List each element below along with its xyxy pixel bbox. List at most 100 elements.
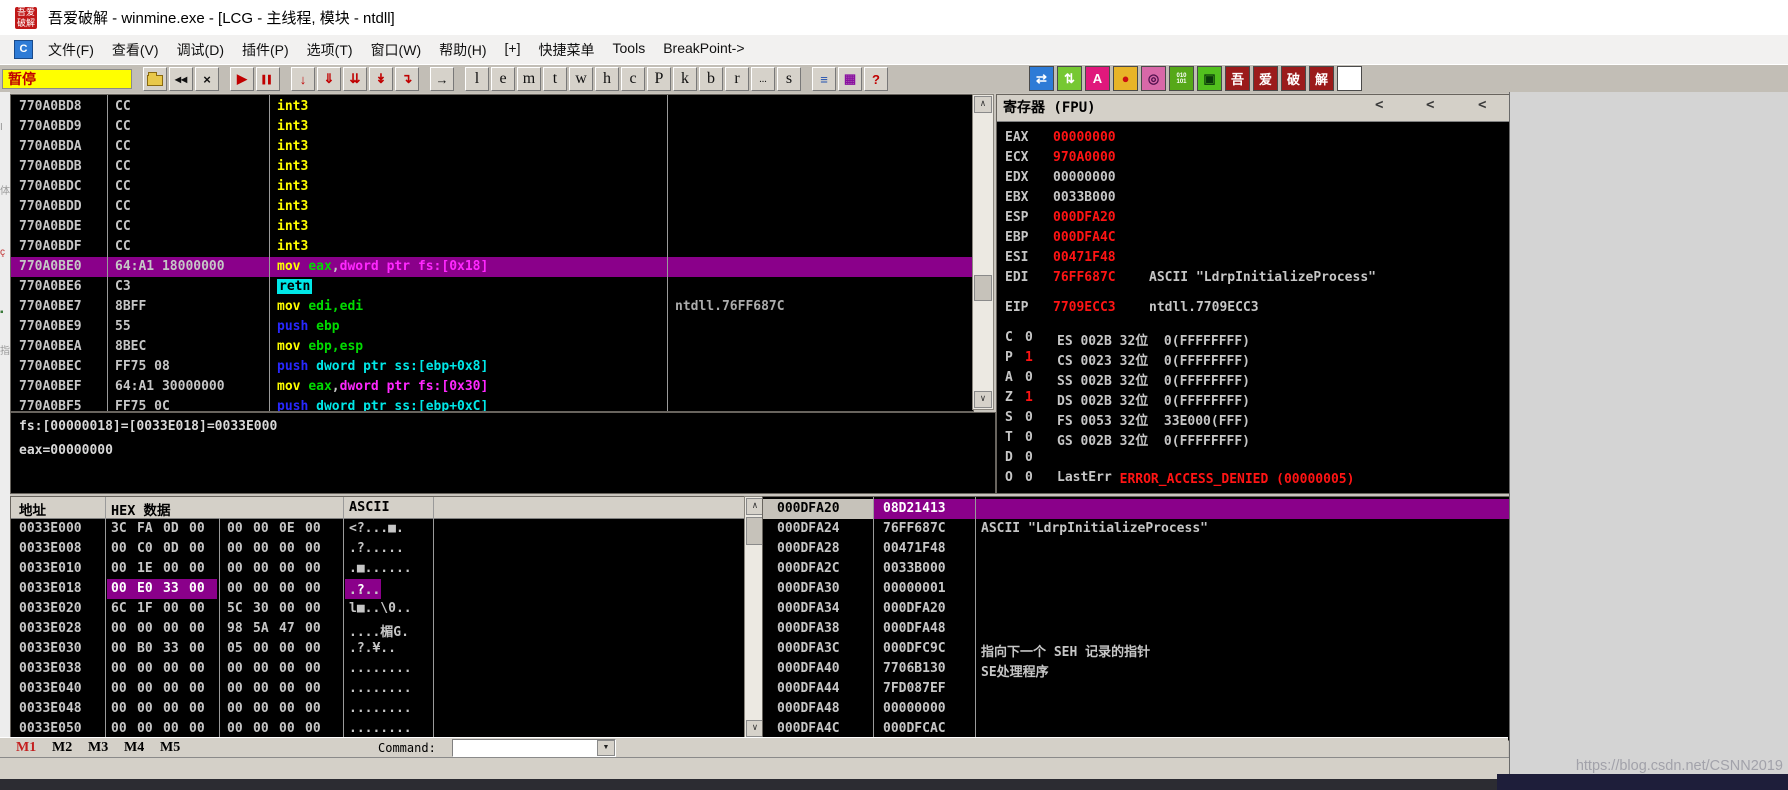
disasm-row[interactable]: 770A0BDFCCint3 <box>11 237 973 257</box>
disassembly-pane[interactable]: 770A0BD8CCint3770A0BD9CCint3770A0BDACCin… <box>10 94 974 412</box>
screen-icon[interactable]: ▣ <box>1197 66 1222 91</box>
run-to-button[interactable]: ↴ <box>395 67 419 91</box>
stack-row[interactable]: 000DFA3000000001 <box>763 579 1509 599</box>
letter-button-k[interactable]: k <box>673 67 697 91</box>
hexdump-pane[interactable]: 地址 HEX 数据 ASCII 0033E0003CFA0D0000000E00… <box>10 496 746 739</box>
menu-item-3[interactable]: 插件(P) <box>233 36 298 64</box>
menu-item-4[interactable]: 选项(T) <box>298 36 362 64</box>
wu-icon[interactable]: 吾 <box>1225 66 1250 91</box>
menu-item-9[interactable]: Tools <box>604 36 655 64</box>
disasm-row[interactable]: 770A0BDDCCint3 <box>11 197 973 217</box>
letter-button-s[interactable]: s <box>777 67 801 91</box>
disasm-row[interactable]: 770A0BD8CCint3 <box>11 97 973 117</box>
ai-icon[interactable]: 爱 <box>1253 66 1278 91</box>
hexdump-row[interactable]: 0033E0400000000000000000........ <box>11 679 745 699</box>
blank-icon[interactable] <box>1337 66 1362 91</box>
ascii-a-icon[interactable]: A <box>1085 66 1110 91</box>
command-input[interactable]: ▼ <box>452 739 616 757</box>
disasm-row[interactable]: 770A0BF5FF75 0Cpush dword ptr ss:[ebp+0x… <box>11 397 973 412</box>
hexdump-row[interactable]: 0033E0500000000000000000........ <box>11 719 745 739</box>
menu-item-6[interactable]: 帮助(H) <box>430 36 495 64</box>
stack-row[interactable]: 000DFA4C000DFCAC <box>763 719 1509 739</box>
menu-item-2[interactable]: 调试(D) <box>168 36 233 64</box>
stack-row[interactable]: 000DFA4800000000 <box>763 699 1509 719</box>
stack-row[interactable]: 000DFA38000DFA48 <box>763 619 1509 639</box>
memory-tab-M5[interactable]: M5 <box>160 740 180 756</box>
help-button[interactable]: ? <box>864 67 888 91</box>
disasm-row[interactable]: 770A0BECFF75 08push dword ptr ss:[ebp+0x… <box>11 357 973 377</box>
disasm-row[interactable]: 770A0BE6C3retn <box>11 277 973 297</box>
pause-button[interactable]: ▌▌ <box>256 67 280 91</box>
step-into-button[interactable]: ↓ <box>291 67 315 91</box>
animate-into-button[interactable]: ⇊ <box>343 67 367 91</box>
windows-button[interactable]: ▦ <box>838 67 862 91</box>
register-row[interactable]: ESI00471F48 <box>997 248 1509 268</box>
scroll-up-button[interactable]: ∧ <box>974 96 992 113</box>
disasm-row[interactable]: 770A0BEF64:A1 30000000mov eax,dword ptr … <box>11 377 973 397</box>
menu-item-1[interactable]: 查看(V) <box>103 36 168 64</box>
stack-row[interactable]: 000DFA447FD087EF <box>763 679 1509 699</box>
register-row[interactable]: EBX0033B000 <box>997 188 1509 208</box>
hexdump-row[interactable]: 0033E010001E000000000000.■...... <box>11 559 745 579</box>
stack-row[interactable]: 000DFA2C0033B000 <box>763 559 1509 579</box>
eip-row[interactable]: EIP7709ECC3ntdll.7709ECC3 <box>997 298 1509 318</box>
flag-row[interactable]: T0GS 002B 32位 0(FFFFFFFF) <box>997 428 1509 448</box>
menu-item-8[interactable]: 快捷菜单 <box>530 36 604 64</box>
step-over-button[interactable]: ⇓ <box>317 67 341 91</box>
run-button[interactable]: ▶ <box>230 67 254 91</box>
register-row[interactable]: ECX970A0000 <box>997 148 1509 168</box>
jie-icon[interactable]: 解 <box>1309 66 1334 91</box>
open-button[interactable] <box>143 67 167 91</box>
register-row[interactable]: EDI76FF687CASCII "LdrpInitializeProcess" <box>997 268 1509 288</box>
rewind-button[interactable]: ◀◀ <box>169 67 193 91</box>
po-icon[interactable]: 破 <box>1281 66 1306 91</box>
disassembly-scrollbar[interactable]: ∧ ∨ <box>972 94 994 410</box>
letter-button-P[interactable]: P <box>647 67 671 91</box>
swap-icon[interactable]: ⇄ <box>1029 66 1054 91</box>
register-row[interactable]: EBP000DFA4C <box>997 228 1509 248</box>
stack-pane[interactable]: 000DFA2008D21413000DFA2476FF687CASCII "L… <box>762 496 1510 741</box>
flag-row[interactable]: S0FS 0053 32位 33E000(FFF) <box>997 408 1509 428</box>
disasm-row[interactable]: 770A0BE78BFFmov edi,edintdll.76FF687C <box>11 297 973 317</box>
disasm-row[interactable]: 770A0BDBCCint3 <box>11 157 973 177</box>
binary-icon[interactable]: 010 101 <box>1169 66 1194 91</box>
memory-tab-M3[interactable]: M3 <box>88 740 108 756</box>
hex-column-header[interactable]: HEX 数据 <box>111 499 171 519</box>
register-row[interactable]: EDX00000000 <box>997 168 1509 188</box>
memory-tab-M4[interactable]: M4 <box>124 740 144 756</box>
hexdump-row[interactable]: 0033E0003CFA0D0000000E00<?...■. <box>11 519 745 539</box>
hexdump-row[interactable]: 0033E0206C1F00005C300000l■..\0.. <box>11 599 745 619</box>
register-row[interactable]: EAX00000000 <box>997 128 1509 148</box>
memory-tab-M2[interactable]: M2 <box>52 740 72 756</box>
hexdump-row[interactable]: 0033E0480000000000000000........ <box>11 699 745 719</box>
letter-button-e[interactable]: e <box>491 67 515 91</box>
letter-button-t[interactable]: t <box>543 67 567 91</box>
animate-over-button[interactable]: ↡ <box>369 67 393 91</box>
hexdump-row[interactable]: 0033E00800C00D0000000000.?..... <box>11 539 745 559</box>
disasm-row[interactable]: 770A0BEA8BECmov ebp,esp <box>11 337 973 357</box>
menu-item-5[interactable]: 窗口(W) <box>362 36 431 64</box>
hexdump-row[interactable]: 0033E02800000000985A4700....楣G. <box>11 619 745 639</box>
record-icon[interactable]: ● <box>1113 66 1138 91</box>
letter-button-l[interactable]: l <box>465 67 489 91</box>
disasm-row[interactable]: 770A0BDACCint3 <box>11 137 973 157</box>
letter-button-w[interactable]: w <box>569 67 593 91</box>
flag-row[interactable]: O0LastErr ERROR_ACCESS_DENIED (00000005) <box>997 468 1509 488</box>
stack-row[interactable]: 000DFA3C000DFC9C指向下一个 SEH 记录的指针 <box>763 639 1509 659</box>
updown-icon[interactable]: ⇅ <box>1057 66 1082 91</box>
menu-item-7[interactable]: [+] <box>496 36 530 64</box>
hexdump-row[interactable]: 0033E03000B0330005000000.?.¥.. <box>11 639 745 659</box>
hexdump-row[interactable]: 0033E0380000000000000000........ <box>11 659 745 679</box>
stack-row[interactable]: 000DFA2476FF687CASCII "LdrpInitializePro… <box>763 519 1509 539</box>
letter-button-r[interactable]: r <box>725 67 749 91</box>
letter-button-h[interactable]: h <box>595 67 619 91</box>
scroll-thumb[interactable] <box>974 275 992 301</box>
flag-row[interactable]: Z1DS 002B 32位 0(FFFFFFFF) <box>997 388 1509 408</box>
letter-button-b[interactable]: b <box>699 67 723 91</box>
memory-tab-M1[interactable]: M1 <box>16 740 36 756</box>
stack-row[interactable]: 000DFA407706B130SE处理程序 <box>763 659 1509 679</box>
flag-row[interactable]: C0ES 002B 32位 0(FFFFFFFF) <box>997 328 1509 348</box>
disasm-row[interactable]: 770A0BE955push ebp <box>11 317 973 337</box>
mdi-child-icon[interactable]: C <box>14 40 33 59</box>
flag-row[interactable]: P1CS 0023 32位 0(FFFFFFFF) <box>997 348 1509 368</box>
